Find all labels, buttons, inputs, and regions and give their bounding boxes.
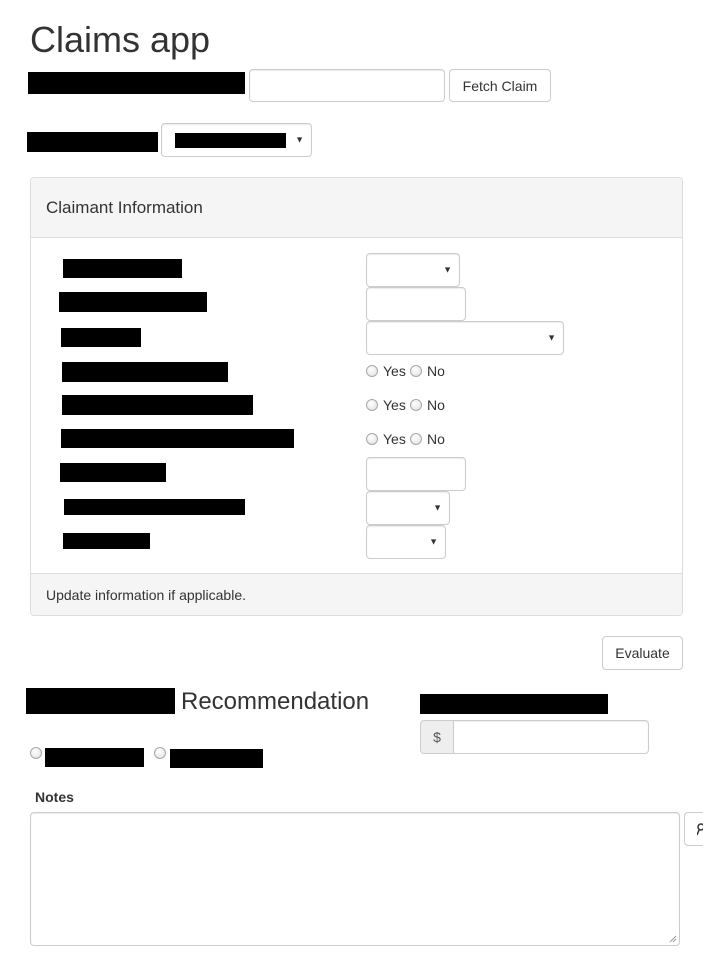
claim-type-select[interactable]: ▼ — [161, 123, 312, 157]
chevron-down-icon: ▼ — [433, 502, 442, 513]
claimant-select-3[interactable]: ▼ — [366, 321, 564, 355]
evaluate-button[interactable]: Evaluate — [602, 636, 683, 670]
redacted-label — [27, 132, 158, 152]
claimant-information-panel: Claimant Information ▼ ▼ Yes No Yes No Y… — [30, 177, 683, 616]
yes-label: Yes — [383, 431, 406, 447]
no-label: No — [427, 397, 445, 413]
redacted-field-label — [61, 429, 294, 448]
yes-radio[interactable] — [366, 399, 378, 411]
redacted-field-label — [63, 259, 182, 278]
yes-radio[interactable] — [366, 433, 378, 445]
fetch-claim-button[interactable]: Fetch Claim — [449, 69, 551, 102]
page-title: Claims app — [30, 19, 211, 60]
redacted-field-label — [61, 328, 141, 347]
redacted-selected-value — [175, 133, 286, 148]
panel-footer-text: Update information if applicable. — [46, 587, 247, 603]
redacted-field-label — [59, 292, 207, 312]
no-label: No — [427, 431, 445, 447]
recommendation-radio-1[interactable] — [30, 747, 42, 759]
claimant-select-1[interactable]: ▼ — [366, 253, 460, 287]
redacted-option-label — [170, 749, 263, 768]
redacted-field-label — [60, 463, 166, 482]
resize-grip-icon[interactable] — [669, 935, 677, 943]
chevron-down-icon: ▼ — [429, 536, 438, 547]
redacted-field-label — [64, 499, 245, 515]
redacted-heading-prefix — [26, 688, 175, 714]
redacted-field-label — [62, 395, 253, 415]
no-radio[interactable] — [410, 433, 422, 445]
redacted-field-label — [62, 362, 228, 382]
amount-input[interactable] — [453, 720, 649, 754]
redacted-field-label — [63, 533, 150, 549]
yes-label: Yes — [383, 363, 406, 379]
no-radio[interactable] — [410, 365, 422, 377]
claimant-input-7[interactable] — [366, 457, 466, 491]
panel-footer: Update information if applicable. — [31, 573, 682, 615]
recommendation-heading: Recommendation — [181, 688, 370, 715]
no-label: No — [427, 363, 445, 379]
claimant-select-9[interactable]: ▼ — [366, 525, 446, 559]
recommendation-radio-2[interactable] — [154, 747, 166, 759]
redacted-amount-label — [420, 694, 608, 714]
claimant-select-8[interactable]: ▼ — [366, 491, 450, 525]
no-radio[interactable] — [410, 399, 422, 411]
claim-number-input[interactable] — [249, 69, 445, 102]
chevron-down-icon: ▼ — [547, 332, 556, 343]
panel-heading: Claimant Information — [31, 178, 682, 238]
tool-icon — [697, 823, 703, 836]
chevron-down-icon: ▼ — [443, 264, 452, 275]
notes-label: Notes — [35, 789, 74, 805]
notes-textarea[interactable] — [30, 812, 680, 946]
notes-action-button[interactable] — [684, 812, 703, 846]
claimant-input-2[interactable] — [366, 287, 466, 321]
currency-addon: $ — [420, 720, 454, 754]
panel-title: Claimant Information — [46, 198, 203, 217]
chevron-down-icon: ▼ — [295, 134, 304, 145]
yes-label: Yes — [383, 397, 406, 413]
yes-radio[interactable] — [366, 365, 378, 377]
redacted-option-label — [45, 748, 144, 767]
redacted-label — [28, 72, 245, 94]
